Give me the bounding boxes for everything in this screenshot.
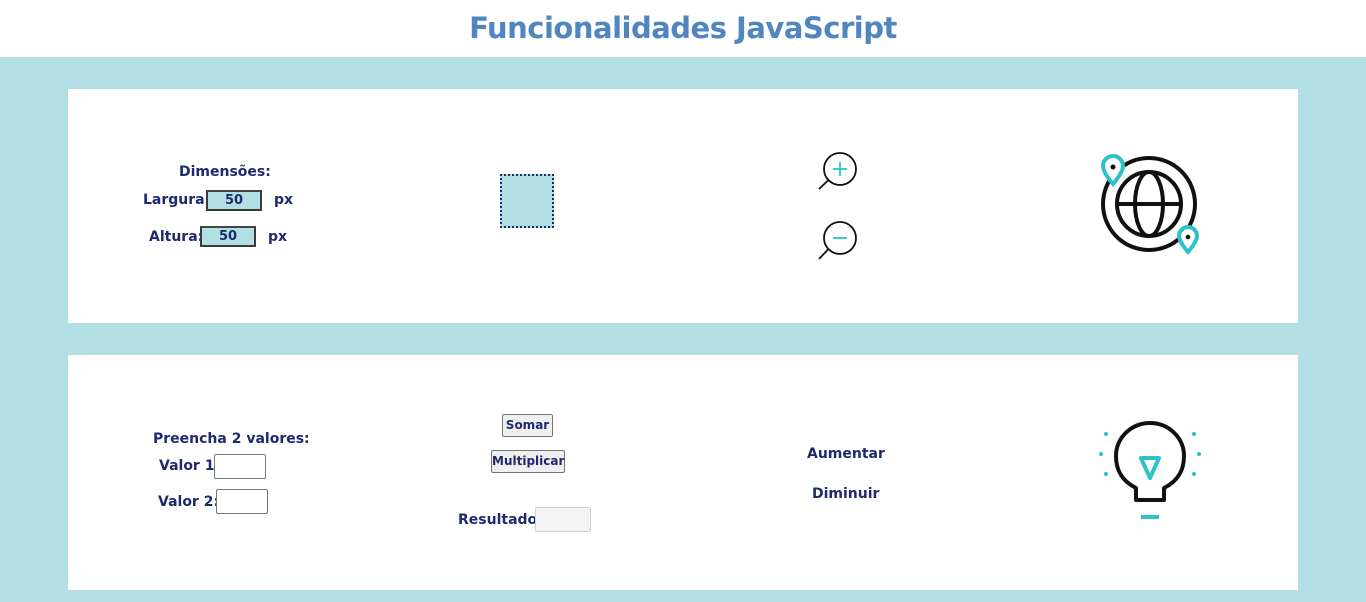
zoom-out-icon[interactable] (816, 220, 862, 264)
height-input[interactable]: 50 (200, 226, 256, 247)
multiply-button[interactable]: Multiplicar (491, 450, 565, 473)
zoom-in-icon[interactable] (816, 150, 862, 194)
decrease-text-button[interactable]: Diminuir (812, 486, 879, 502)
globe-location-icon (1100, 153, 1200, 255)
width-label: Largura: (143, 192, 211, 208)
sum-button[interactable]: Somar (502, 414, 553, 437)
increase-text-button[interactable]: Aumentar (807, 446, 885, 462)
resizable-square (500, 174, 554, 228)
lightbulb-icon (1099, 421, 1201, 519)
value2-input[interactable] (216, 489, 268, 514)
height-label: Altura: (149, 229, 204, 245)
value1-label: Valor 1: (159, 458, 221, 474)
dimensions-heading: Dimensões: (179, 164, 271, 180)
page-title: Funcionalidades JavaScript (469, 11, 897, 45)
width-unit: px (274, 192, 294, 208)
result-field (535, 507, 591, 532)
width-input[interactable]: 50 (206, 190, 262, 211)
height-unit: px (268, 229, 288, 245)
value2-label: Valor 2: (158, 494, 220, 510)
calculator-heading: Preencha 2 valores: (153, 431, 310, 447)
value1-input[interactable] (214, 454, 266, 479)
result-label: Resultado: (458, 512, 543, 528)
